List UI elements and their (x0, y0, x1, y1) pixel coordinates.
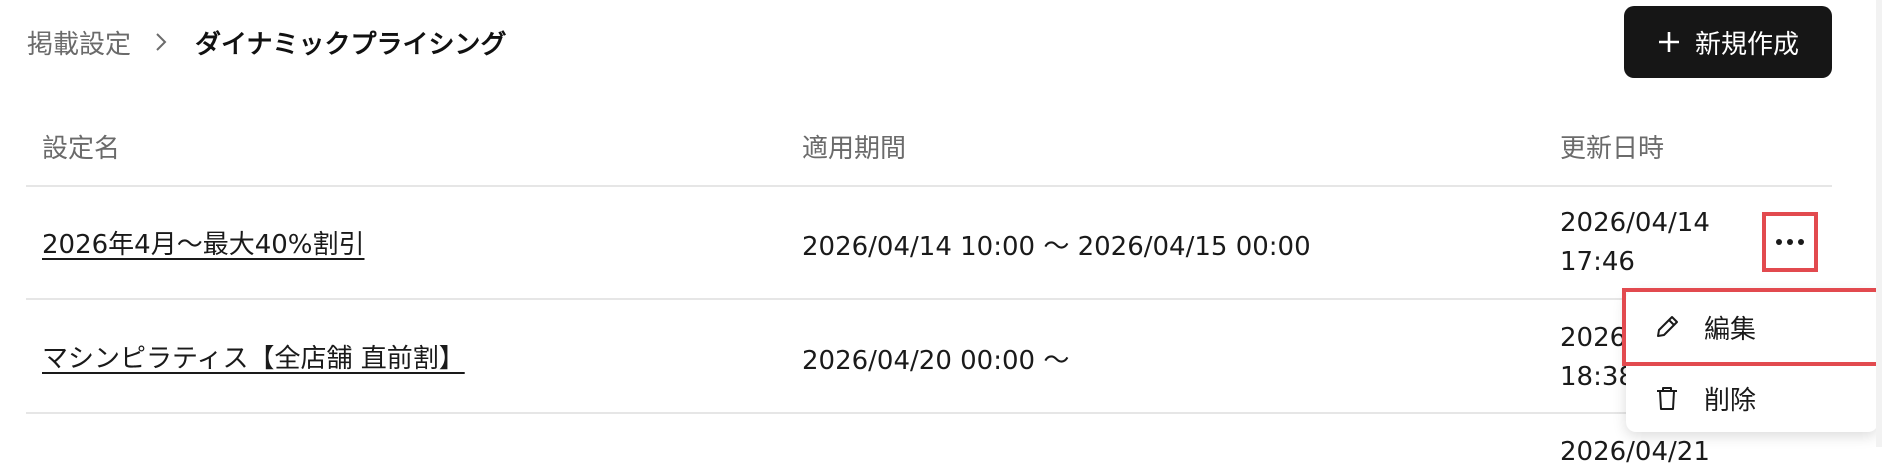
column-header-updated: 更新日時 (1560, 134, 1665, 164)
column-header-period: 適用期間 (802, 134, 907, 164)
more-horizontal-icon (1774, 239, 1807, 245)
chevron-right-icon (155, 32, 167, 52)
new-create-label: 新規作成 (1694, 29, 1799, 60)
updated-date: 2026/04/21 (1560, 437, 1710, 467)
period-text: 2026/04/20 00:00 〜 (802, 346, 1070, 376)
trash-icon (1652, 383, 1682, 413)
breadcrumb-parent-link[interactable]: 掲載設定 (27, 24, 131, 61)
column-header-name: 設定名 (42, 134, 121, 164)
delete-label: 削除 (1704, 385, 1757, 416)
breadcrumb: 掲載設定 ダイナミックプライシング (27, 22, 507, 62)
updated-date: 2026 (1560, 323, 1627, 353)
row-action-menu: 編集 削除 (1626, 290, 1878, 432)
edit-label: 編集 (1704, 314, 1757, 345)
row-divider (26, 412, 1832, 414)
row-divider (26, 298, 1832, 300)
setting-name-link[interactable]: 2026年4月〜最大40%割引 (42, 224, 365, 261)
updated-time: 18:38 (1560, 362, 1635, 392)
row-more-button[interactable] (1762, 212, 1818, 272)
delete-menu-item[interactable]: 削除 (1626, 364, 1878, 432)
header-divider (26, 185, 1832, 187)
edit-menu-item[interactable]: 編集 (1626, 290, 1878, 364)
updated-time: 17:46 (1560, 247, 1635, 277)
updated-date: 2026/04/14 (1560, 208, 1710, 238)
pencil-icon (1652, 312, 1682, 342)
scrollbar[interactable] (1876, 0, 1882, 447)
plus-icon (1657, 30, 1681, 54)
page-title: ダイナミックプライシング (195, 29, 507, 60)
period-text: 2026/04/14 10:00 〜 2026/04/15 00:00 (802, 232, 1311, 262)
setting-name-link[interactable]: マシンピラティス【全店舗 直前割】 (42, 338, 465, 375)
new-create-button[interactable]: 新規作成 (1624, 6, 1832, 78)
